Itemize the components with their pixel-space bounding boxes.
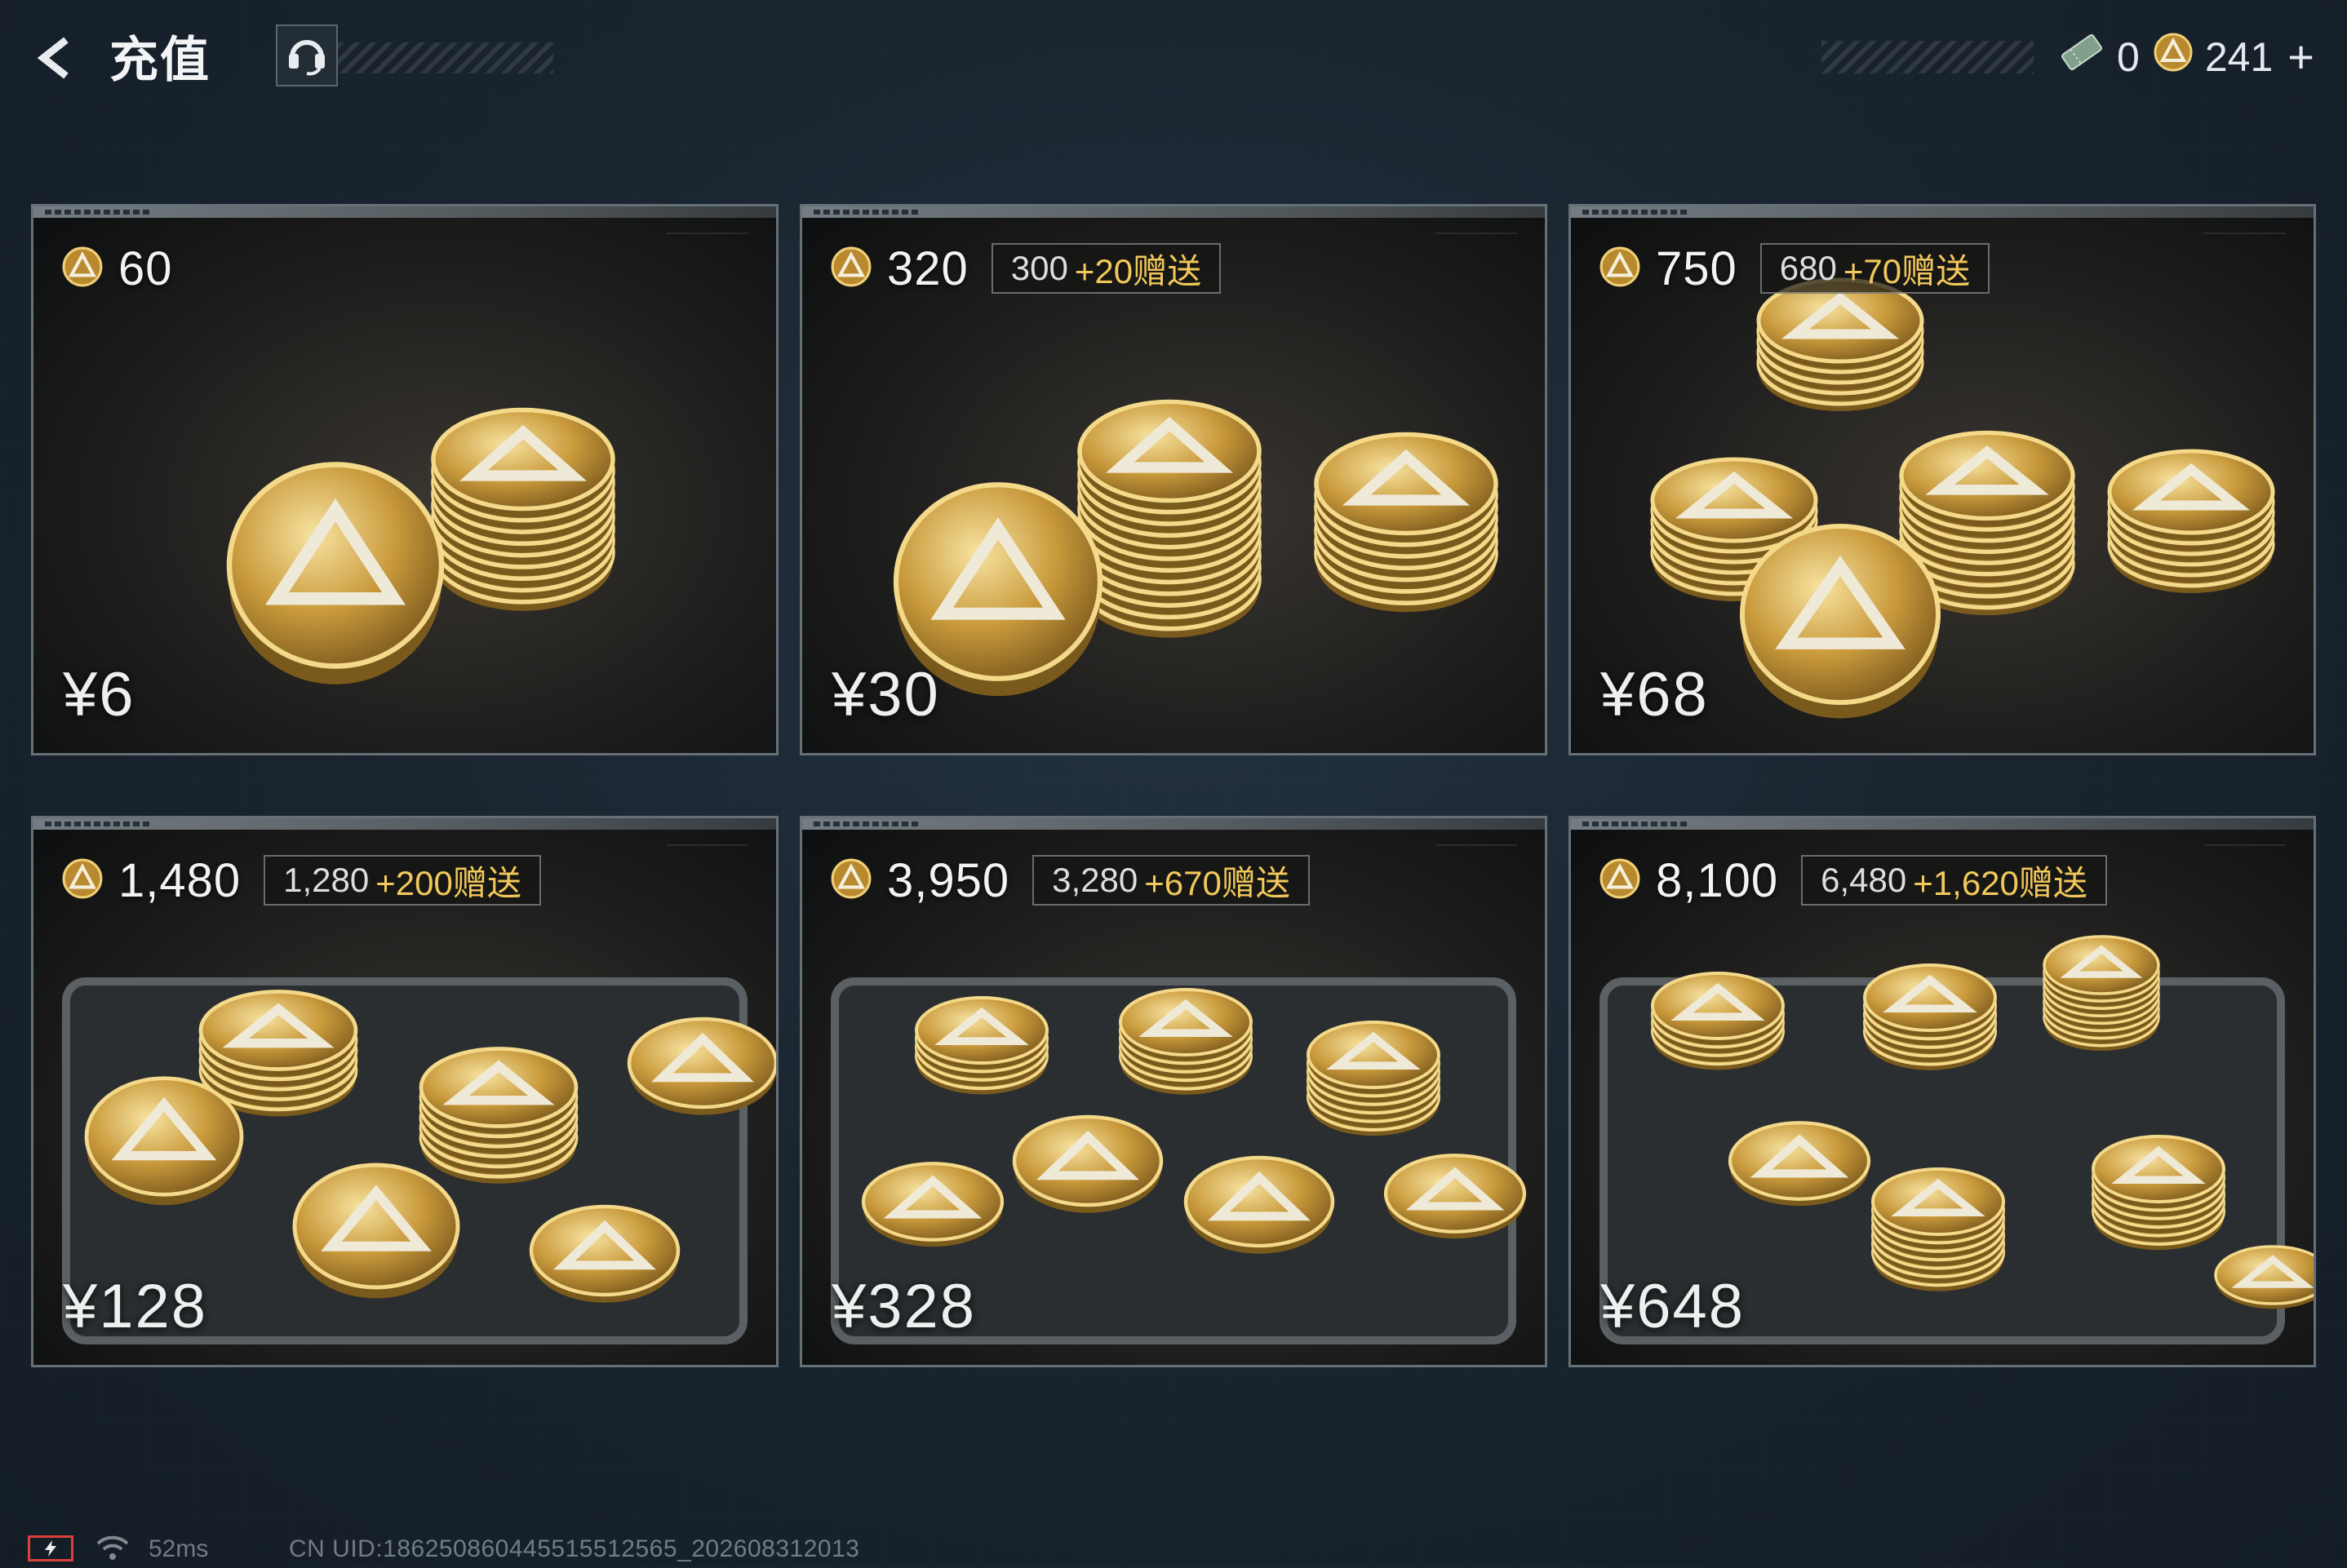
status-bar: 52ms CN UID:18625086044551551256​5_20260… (0, 1526, 2347, 1566)
price-label: ¥30 (832, 660, 940, 729)
ticket-balance: 0 (2058, 32, 2140, 82)
ticket-count: 0 (2117, 34, 2140, 80)
card-corner-decoration (667, 844, 748, 870)
card-top-strip (802, 206, 1545, 218)
bonus-extra: +1,620赠送 (1913, 863, 2087, 902)
coin-count: 241 (2204, 34, 2274, 80)
recharge-package-card[interactable]: 8,100 6,480 +1,620赠送 ¥648 (1568, 816, 2316, 1367)
price-label: ¥328 (832, 1272, 977, 1341)
title-hatch-decoration (338, 42, 553, 73)
recharge-package-card[interactable]: 320 300 +20赠送 ¥30 (800, 204, 1547, 755)
wifi-icon (95, 1532, 131, 1561)
user-uid: CN UID:18625086044551551256​5_2026083120… (289, 1535, 860, 1562)
price-label: ¥6 (63, 660, 135, 729)
recharge-package-card[interactable]: 60 ¥6 (31, 204, 779, 755)
bonus-badge: 680 +70赠送 (1759, 243, 1990, 294)
card-top-strip (1571, 818, 2314, 830)
coin-value: 750 (1656, 241, 1737, 295)
bonus-extra: +670赠送 (1144, 863, 1290, 902)
coin-value: 60 (118, 241, 173, 295)
customer-support-button[interactable] (276, 24, 338, 86)
headset-icon (284, 31, 330, 81)
page-title: 充值 (109, 33, 211, 87)
coin-amount: 320 300 +20赠送 (830, 236, 1222, 301)
coin-value: 320 (887, 241, 969, 295)
coin-balance: 241 + (2153, 32, 2314, 82)
bonus-badge: 3,280 +670赠送 (1032, 855, 1310, 906)
coin-amount: 60 (61, 236, 173, 301)
network-latency: 52ms (149, 1535, 209, 1562)
coin-value: 3,950 (887, 853, 1010, 907)
price-label: ¥648 (1600, 1272, 1746, 1341)
price-label: ¥128 (63, 1272, 208, 1341)
card-top-strip (33, 206, 776, 218)
card-top-strip (1571, 206, 2314, 218)
delta-coin-icon (1599, 857, 1641, 904)
back-button[interactable] (28, 33, 82, 86)
recharge-package-card[interactable]: 1,480 1,280 +200赠送 ¥128 (31, 816, 779, 1367)
card-corner-decoration (667, 233, 748, 259)
bonus-badge: 300 +20赠送 (991, 243, 1222, 294)
ticket-icon (2058, 32, 2105, 82)
card-corner-decoration (2204, 844, 2286, 870)
delta-coin-icon (830, 857, 872, 904)
coin-amount: 3,950 3,280 +670赠送 (830, 848, 1310, 913)
top-bar: 充值 0 241 + (0, 0, 2347, 122)
delta-coin-icon (1599, 246, 1641, 292)
price-label: ¥68 (1600, 660, 1709, 729)
bonus-extra: +20赠送 (1074, 251, 1202, 290)
bonus-badge: 1,280 +200赠送 (264, 855, 541, 906)
coin-value: 8,100 (1656, 853, 1779, 907)
recharge-package-card[interactable]: 750 680 +70赠送 ¥68 (1568, 204, 2316, 755)
bonus-base: 680 (1779, 249, 1837, 287)
bonus-base: 300 (1010, 249, 1068, 287)
delta-coin-icon (830, 246, 872, 292)
card-corner-decoration (2204, 233, 2286, 259)
add-currency-button[interactable]: + (2287, 34, 2314, 80)
bonus-extra: +200赠送 (375, 863, 521, 902)
coin-amount: 1,480 1,280 +200赠送 (61, 848, 541, 913)
card-corner-decoration (1435, 233, 1517, 259)
recharge-package-card[interactable]: 3,950 3,280 +670赠送 ¥328 (800, 816, 1547, 1367)
delta-coin-icon (61, 857, 104, 904)
card-top-strip (802, 818, 1545, 830)
bonus-base: 3,280 (1052, 861, 1138, 899)
delta-coin-icon (61, 246, 104, 292)
coin-amount: 8,100 6,480 +1,620赠送 (1599, 848, 2107, 913)
back-arrow-icon (30, 33, 79, 86)
bonus-base: 6,480 (1821, 861, 1907, 899)
bonus-base: 1,280 (283, 861, 370, 899)
currency-bar: 0 241 + (2058, 31, 2314, 83)
bonus-badge: 6,480 +1,620赠送 (1801, 855, 2107, 906)
delta-coin-icon (2153, 32, 2194, 82)
bonus-extra: +70赠送 (1843, 251, 1971, 290)
card-top-strip (33, 818, 776, 830)
card-corner-decoration (1435, 844, 1517, 870)
coin-amount: 750 680 +70赠送 (1599, 236, 1990, 301)
currency-hatch-decoration (1821, 41, 2034, 73)
battery-charging-icon (28, 1535, 73, 1561)
coin-value: 1,480 (118, 853, 242, 907)
